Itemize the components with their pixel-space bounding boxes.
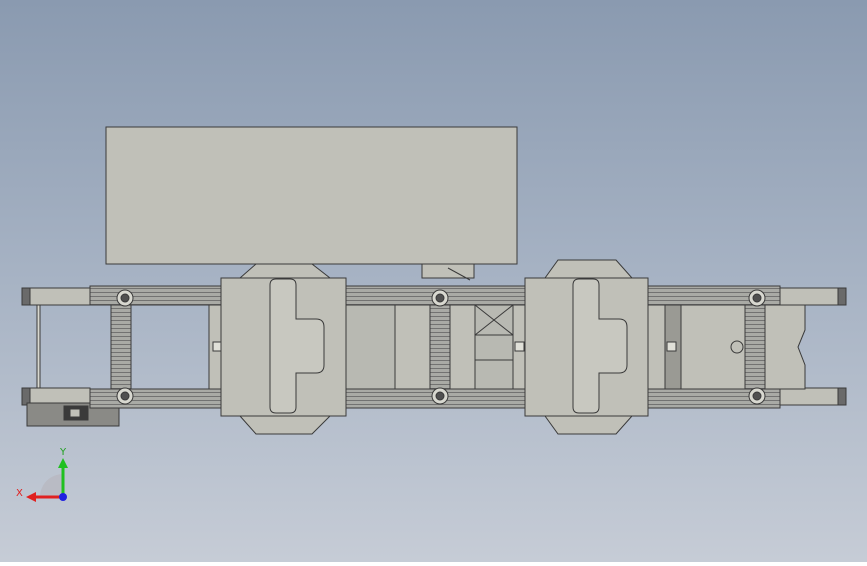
right-end-plate-top	[779, 287, 847, 306]
rail-post-mid	[429, 304, 451, 390]
carriage-left	[220, 263, 347, 435]
cad-viewport[interactable]: Y X	[0, 0, 867, 562]
coordinate-triad: Y X	[16, 447, 68, 502]
right-end-plate-bottom	[779, 387, 847, 406]
inner-plate-4	[449, 304, 476, 390]
rail-post-left	[110, 304, 132, 390]
y-axis-label: Y	[59, 447, 67, 458]
left-end-plate-top	[21, 287, 91, 306]
inner-plate-6	[647, 304, 666, 390]
right-end-block	[764, 304, 806, 390]
rail-post-right	[744, 304, 766, 390]
left-end-plate-bottom	[21, 387, 91, 406]
top-cover-box	[105, 126, 518, 265]
conveyor-assembly	[21, 126, 847, 435]
right-block-hole	[730, 340, 744, 354]
cover-support	[421, 263, 475, 279]
triad-arc	[40, 474, 63, 497]
inner-plate-3	[394, 304, 431, 390]
x-axis-label: X	[16, 488, 23, 499]
model-canvas[interactable]: Y X	[0, 0, 867, 562]
z-axis-dot	[59, 493, 67, 501]
left-shaft	[36, 304, 41, 389]
inner-plate-2	[344, 304, 396, 390]
cross-brace-area	[474, 304, 514, 390]
carriage-right	[524, 259, 649, 435]
